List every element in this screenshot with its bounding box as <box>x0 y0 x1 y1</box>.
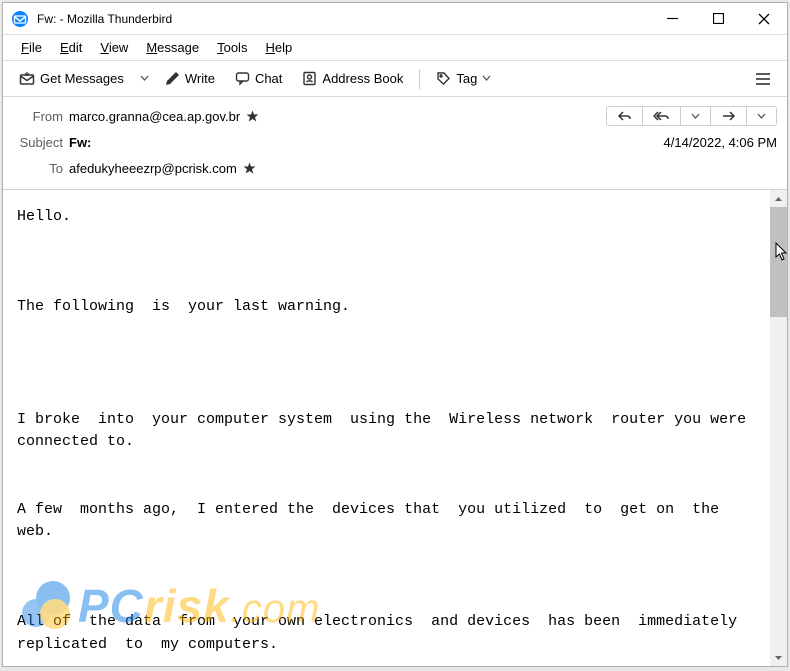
to-value[interactable]: afedukyheeezrp@pcrisk.com <box>69 161 237 176</box>
close-button[interactable] <box>741 3 787 34</box>
reply-button[interactable] <box>607 107 643 125</box>
reply-actions <box>606 106 777 126</box>
scroll-track[interactable] <box>770 207 787 649</box>
tag-icon <box>436 71 451 86</box>
window-controls <box>649 3 787 34</box>
forward-dropdown[interactable] <box>747 107 776 125</box>
message-headers: From marco.granna@cea.ap.gov.br <box>3 97 787 190</box>
titlebar: Fw: - Mozilla Thunderbird <box>3 3 787 35</box>
reply-all-dropdown[interactable] <box>681 107 711 125</box>
chat-label: Chat <box>255 71 282 86</box>
address-book-label: Address Book <box>322 71 403 86</box>
toolbar-separator <box>419 69 420 89</box>
menubar: File Edit View Message Tools Help <box>3 35 787 61</box>
subject-value: Fw: <box>69 135 91 150</box>
chat-button[interactable]: Chat <box>227 67 290 90</box>
message-date: 4/14/2022, 4:06 PM <box>664 135 777 150</box>
menu-edit[interactable]: Edit <box>52 37 90 58</box>
scroll-thumb[interactable] <box>770 207 787 317</box>
get-messages-button[interactable]: Get Messages <box>11 67 132 91</box>
scroll-up-arrow[interactable] <box>770 190 787 207</box>
message-body-container: Hello. The following is your last warnin… <box>3 190 787 666</box>
star-icon-to[interactable] <box>243 162 256 175</box>
star-icon-from[interactable] <box>246 110 259 123</box>
tag-button[interactable]: Tag <box>428 67 499 90</box>
menu-view[interactable]: View <box>92 37 136 58</box>
pencil-icon <box>165 71 180 86</box>
from-value[interactable]: marco.granna@cea.ap.gov.br <box>69 109 240 124</box>
minimize-button[interactable] <box>649 3 695 34</box>
reply-all-button[interactable] <box>643 107 681 125</box>
from-label: From <box>13 109 63 124</box>
download-icon <box>19 71 35 87</box>
scroll-down-arrow[interactable] <box>770 649 787 666</box>
write-label: Write <box>185 71 215 86</box>
menu-message[interactable]: Message <box>138 37 207 58</box>
app-icon <box>11 10 29 28</box>
window-title: Fw: - Mozilla Thunderbird <box>37 12 649 26</box>
toolbar: Get Messages Write Chat <box>3 61 787 97</box>
window-root: Fw: - Mozilla Thunderbird File Edit View… <box>2 2 788 667</box>
app-menu-button[interactable] <box>747 68 779 90</box>
chat-icon <box>235 71 250 86</box>
scrollbar[interactable] <box>770 190 787 666</box>
message-body: Hello. The following is your last warnin… <box>3 190 770 666</box>
to-label: To <box>13 161 63 176</box>
get-messages-label: Get Messages <box>40 71 124 86</box>
maximize-button[interactable] <box>695 3 741 34</box>
menu-file[interactable]: File <box>13 37 50 58</box>
menu-help[interactable]: Help <box>257 37 300 58</box>
address-book-icon <box>302 71 317 86</box>
get-messages-dropdown[interactable] <box>136 70 153 87</box>
forward-button[interactable] <box>711 107 747 125</box>
address-book-button[interactable]: Address Book <box>294 67 411 90</box>
tag-label: Tag <box>456 71 477 86</box>
subject-label: Subject <box>13 135 63 150</box>
menu-tools[interactable]: Tools <box>209 37 255 58</box>
hamburger-icon <box>755 72 771 86</box>
write-button[interactable]: Write <box>157 67 223 90</box>
chevron-down-icon <box>482 74 491 83</box>
